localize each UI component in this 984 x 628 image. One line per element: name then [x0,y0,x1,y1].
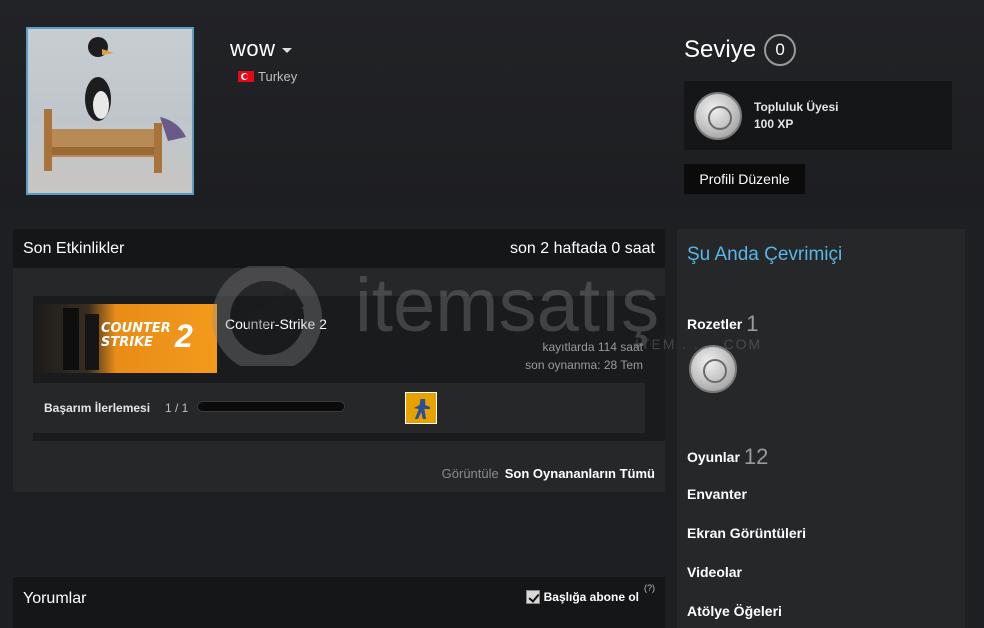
badges-link[interactable]: Rozetler 1 [687,311,758,337]
profile-name-text: wow [230,36,276,61]
profile-location: Turkey [238,69,297,84]
game-capsule-image[interactable]: COUNTER STRIKE 2 [33,304,217,373]
achievement-progress-bar [197,401,345,412]
inventory-link[interactable]: Envanter [687,486,747,502]
level-header: Seviye 0 [684,34,797,66]
game-logo: COUNTER STRIKE [101,322,171,350]
achievement-progress-row: Başarım İlerlemesi 1 / 1 [33,383,645,433]
profile-avatar[interactable] [26,27,194,195]
community-badge-icon[interactable] [689,345,737,393]
avatar-image [44,37,186,173]
badge-info: Topluluk Üyesi 100 XP [754,99,838,133]
workshop-link[interactable]: Atölye Öğeleri [687,603,782,619]
total-hours: kayıtlarda 114 saat [542,340,643,354]
subscribe-toggle[interactable]: Başlığa abone ol [525,590,639,604]
recent-game-card: COUNTER STRIKE 2 Counter-Strike 2 kayıtl… [33,296,665,441]
last-played: son oynanma: 28 Tem [525,358,643,372]
view-all-recent-link[interactable]: Son Oynananların Tümü [505,466,655,481]
badges-count: 1 [746,311,759,336]
achievement-count: 1 / 1 [165,401,189,415]
achievement-progress-fill [198,402,344,411]
achievement-label[interactable]: Başarım İlerlemesi [44,401,150,415]
game-logo-number: 2 [175,318,193,354]
recent-activity-panel: Son Etkinlikler son 2 haftada 0 saat COU… [13,229,665,492]
online-status: Şu Anda Çevrimiçi [687,244,843,265]
profile-side-panel: Şu Anda Çevrimiçi Rozetler 1 Oyunlar 12 En… [677,229,965,628]
badge-name: Topluluk Üyesi [754,99,839,114]
country-name: Turkey [258,69,298,84]
community-badge-icon [694,91,742,140]
comments-title: Yorumlar [23,590,87,607]
recent-activity-header: Son Etkinlikler son 2 haftada 0 saat [13,229,665,268]
games-label: Oyunlar [687,449,740,465]
favorite-badge[interactable]: Topluluk Üyesi 100 XP [684,81,952,150]
game-playtime: kayıtlarda 114 saat son oynanma: 28 Tem [525,338,643,374]
subscribe-label[interactable]: Başlığa abone ol [544,590,639,604]
games-count: 12 [743,444,769,469]
edit-profile-button[interactable]: Profili Düzenle [684,164,805,194]
view-all-row: Görüntüle Son Oynananların Tümü [442,466,655,481]
chevron-down-icon[interactable] [281,47,292,53]
games-link[interactable]: Oyunlar 12 [687,444,768,470]
level-label: Seviye [684,36,757,63]
videos-link[interactable]: Videolar [687,564,742,580]
comments-panel: Yorumlar Başlığa abone ol (?) [13,577,665,628]
game-name-link[interactable]: Counter-Strike 2 [225,316,327,332]
achievement-icon[interactable] [405,392,437,424]
flag-turkey-icon [238,71,254,82]
level-value[interactable]: 0 [764,34,797,66]
badges-label: Rozetler [687,316,743,332]
screenshots-link[interactable]: Ekran Görüntüleri [687,525,806,541]
recent-activity-title: Son Etkinlikler [23,239,125,257]
game-logo-line2: STRIKE [101,335,154,350]
badge-xp: 100 XP [754,116,794,131]
soldier-icon [414,399,430,419]
help-icon[interactable]: (?) [644,583,655,593]
game-logo-line1: COUNTER [101,321,171,336]
recent-activity-summary: son 2 haftada 0 saat [510,239,655,257]
profile-name[interactable]: wow [230,36,292,62]
subscribe-checkbox[interactable] [525,590,540,604]
view-label: Görüntüle [441,466,499,481]
